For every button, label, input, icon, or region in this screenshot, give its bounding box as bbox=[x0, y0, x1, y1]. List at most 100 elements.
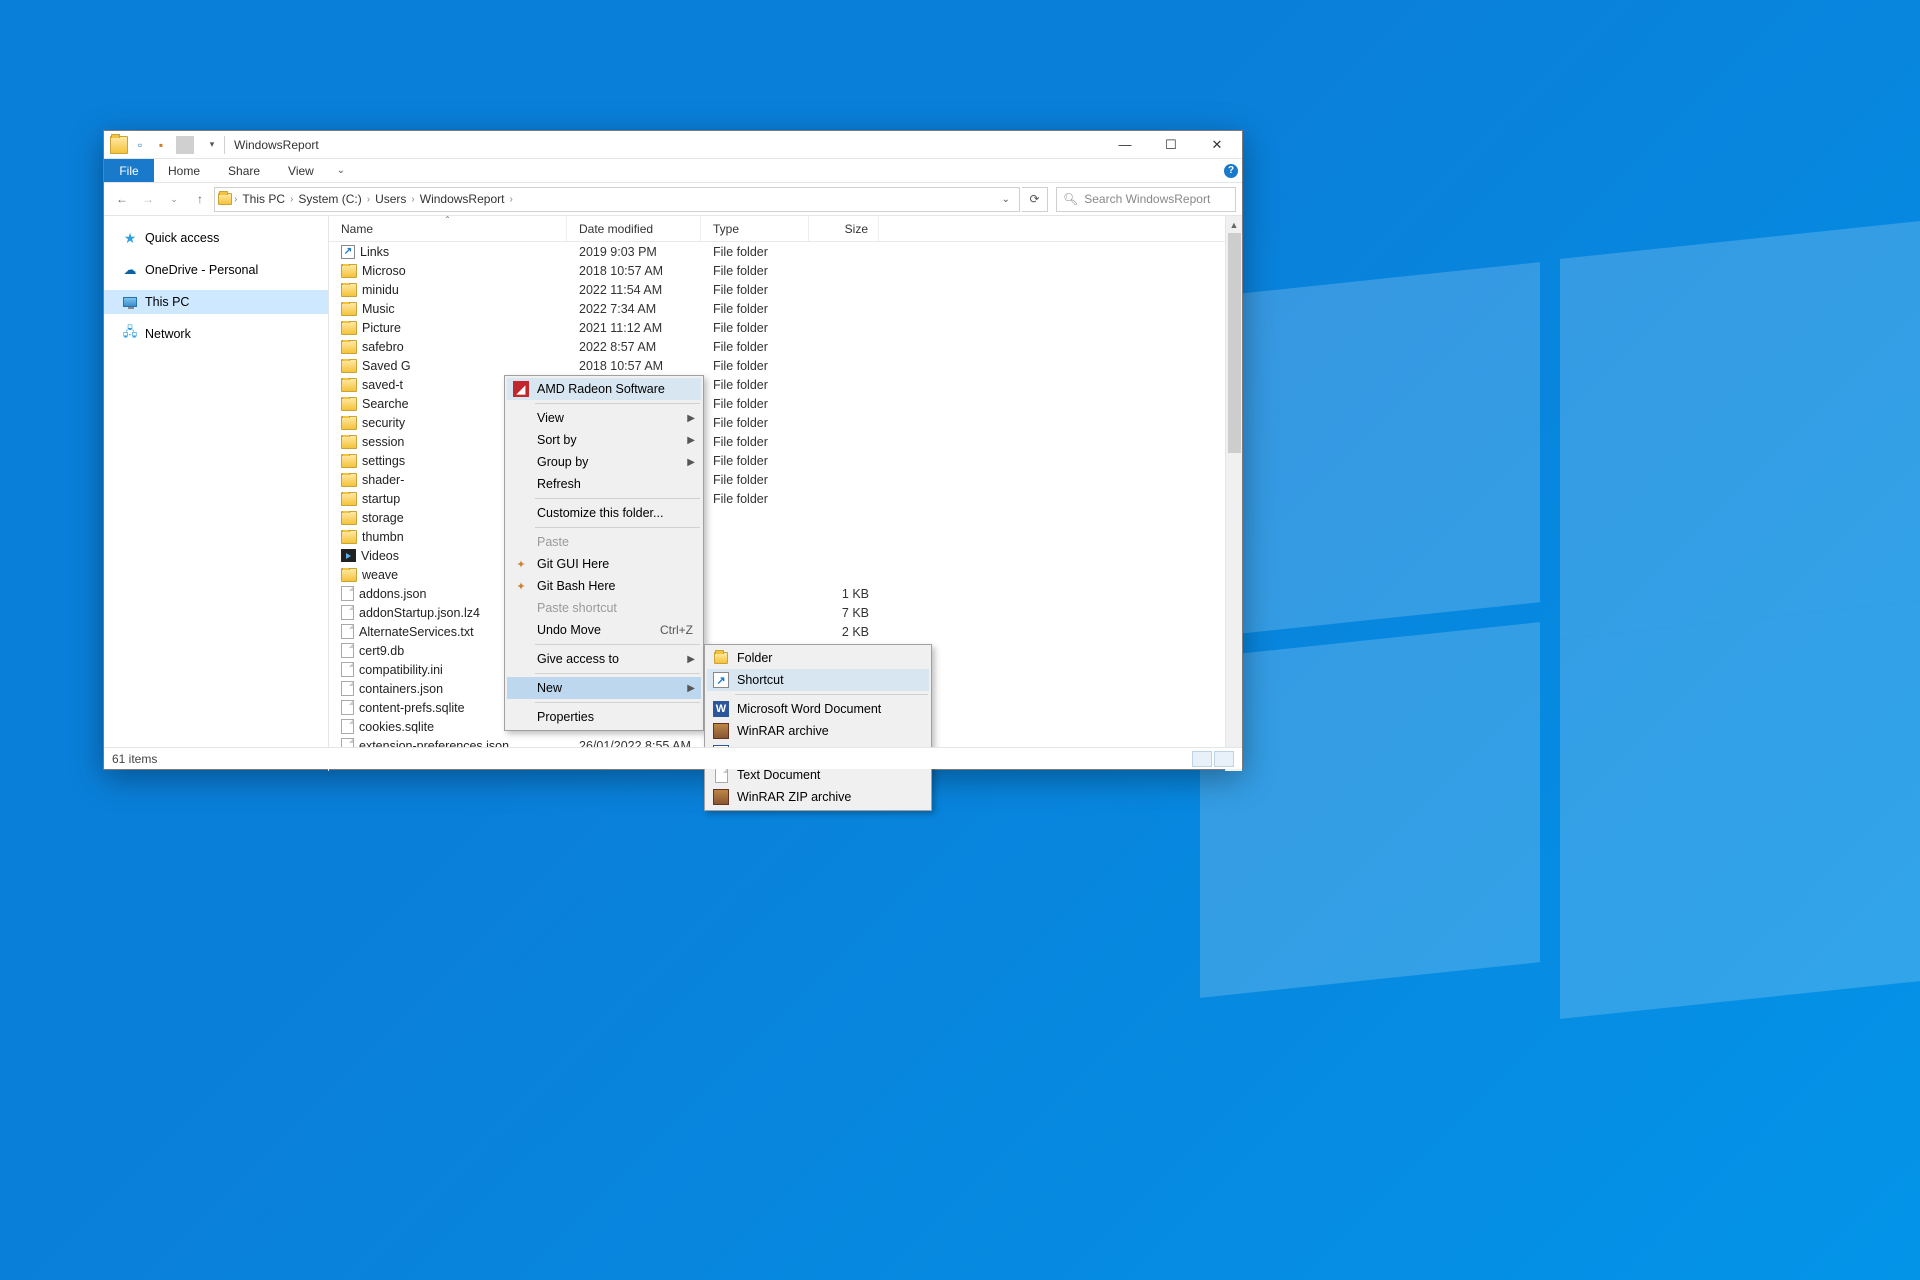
file-row[interactable]: weave26/01 bbox=[329, 565, 1242, 584]
recent-dropdown-icon[interactable]: ⌄ bbox=[162, 187, 186, 211]
tab-home[interactable]: Home bbox=[154, 159, 214, 182]
title-bar[interactable]: ▫ ▪ ▾ WindowsReport — ☐ ✕ bbox=[104, 131, 1242, 159]
ctx-group[interactable]: Group by▶ bbox=[507, 451, 701, 473]
addr-dropdown-icon[interactable]: ⌄ bbox=[996, 194, 1016, 205]
col-name[interactable]: ⌃Name bbox=[329, 216, 567, 241]
file-row[interactable]: thumbn bbox=[329, 527, 1242, 546]
maximize-button[interactable]: ☐ bbox=[1148, 131, 1194, 159]
nav-onedrive[interactable]: ☁OneDrive - Personal bbox=[104, 258, 328, 282]
qat-props-icon[interactable]: ▪ bbox=[152, 136, 170, 154]
view-icons-button[interactable] bbox=[1214, 751, 1234, 767]
crumb-users[interactable]: Users bbox=[372, 192, 409, 206]
help-button[interactable]: ? bbox=[1220, 159, 1242, 182]
file-row[interactable]: shader-2022 8:55 AMFile folder bbox=[329, 470, 1242, 489]
file-row[interactable]: addonStartup.json.lz413/017 KB bbox=[329, 603, 1242, 622]
forward-button[interactable]: → bbox=[136, 187, 160, 211]
scroll-up-icon[interactable]: ▲ bbox=[1226, 216, 1242, 233]
up-button[interactable]: ↑ bbox=[188, 187, 212, 211]
file-row[interactable]: ↗Links2019 9:03 PMFile folder bbox=[329, 242, 1242, 261]
folder-icon bbox=[341, 397, 357, 411]
nav-network[interactable]: 🖧Network bbox=[104, 322, 328, 346]
file-type: File folder bbox=[701, 245, 809, 259]
new-rar[interactable]: WinRAR archive bbox=[707, 720, 929, 742]
file-icon bbox=[341, 719, 354, 734]
qat-dropdown-icon[interactable]: ▾ bbox=[203, 136, 221, 154]
ctx-customize[interactable]: Customize this folder... bbox=[507, 502, 701, 524]
file-name: cookies.sqlite bbox=[359, 720, 434, 734]
ctx-git-bash[interactable]: ✦Git Bash Here bbox=[507, 575, 701, 597]
nav-quick-access[interactable]: ★Quick access bbox=[104, 226, 328, 250]
file-row[interactable]: Microso2018 10:57 AMFile folder bbox=[329, 261, 1242, 280]
file-row[interactable]: AlternateServices.txt26/012 KB bbox=[329, 622, 1242, 641]
nav-this-pc[interactable]: This PC bbox=[104, 290, 328, 314]
scrollbar[interactable]: ▲ ▼ bbox=[1225, 216, 1242, 771]
ctx-amd[interactable]: ◢AMD Radeon Software bbox=[507, 378, 701, 400]
ctx-properties[interactable]: Properties bbox=[507, 706, 701, 728]
file-row[interactable]: security2022 11:54 AMFile folder bbox=[329, 413, 1242, 432]
address-bar[interactable]: › This PC› System (C:)› Users› WindowsRe… bbox=[214, 187, 1020, 212]
folder-icon bbox=[341, 321, 357, 335]
file-row[interactable]: storage bbox=[329, 508, 1242, 527]
back-button[interactable]: ← bbox=[110, 187, 134, 211]
ctx-new[interactable]: New▶ bbox=[507, 677, 701, 699]
close-button[interactable]: ✕ bbox=[1194, 131, 1240, 159]
file-row[interactable]: Picture2021 11:12 AMFile folder bbox=[329, 318, 1242, 337]
file-name: Videos bbox=[361, 549, 399, 563]
col-size[interactable]: Size bbox=[809, 216, 879, 241]
new-folder[interactable]: Folder bbox=[707, 647, 929, 669]
crumb-thispc[interactable]: This PC bbox=[239, 192, 288, 206]
file-name: content-prefs.sqlite bbox=[359, 701, 465, 715]
file-name: security bbox=[362, 416, 405, 430]
tab-file[interactable]: File bbox=[104, 159, 154, 182]
ctx-sort[interactable]: Sort by▶ bbox=[507, 429, 701, 451]
new-zip[interactable]: WinRAR ZIP archive bbox=[707, 786, 929, 808]
file-row[interactable]: Searche2021 11:11 AMFile folder bbox=[329, 394, 1242, 413]
minimize-button[interactable]: — bbox=[1102, 131, 1148, 159]
file-name: Saved G bbox=[362, 359, 411, 373]
qat-save-icon[interactable]: ▫ bbox=[131, 136, 149, 154]
file-name: Searche bbox=[362, 397, 409, 411]
file-size: 2 KB bbox=[809, 625, 879, 639]
file-name: AlternateServices.txt bbox=[359, 625, 474, 639]
file-name: weave bbox=[362, 568, 398, 582]
file-icon bbox=[341, 624, 354, 639]
file-date: 2022 7:34 AM bbox=[567, 302, 701, 316]
ctx-view[interactable]: View▶ bbox=[507, 407, 701, 429]
ctx-git-gui[interactable]: ✦Git GUI Here bbox=[507, 553, 701, 575]
tab-share[interactable]: Share bbox=[214, 159, 274, 182]
ctx-undo[interactable]: Undo MoveCtrl+Z bbox=[507, 619, 701, 641]
file-row[interactable]: saved-t2022 8:57 AMFile folder bbox=[329, 375, 1242, 394]
folder-icon bbox=[341, 473, 357, 487]
folder-icon bbox=[341, 264, 357, 278]
text-icon bbox=[713, 767, 729, 783]
scroll-thumb[interactable] bbox=[1228, 233, 1241, 453]
crumb-windowsreport[interactable]: WindowsReport bbox=[417, 192, 508, 206]
file-row[interactable]: Music2022 7:34 AMFile folder bbox=[329, 299, 1242, 318]
ctx-paste: Paste bbox=[507, 531, 701, 553]
file-row[interactable]: safebro2022 8:57 AMFile folder bbox=[329, 337, 1242, 356]
file-row[interactable]: settings2022 11:54 AMFile folder bbox=[329, 451, 1242, 470]
ctx-refresh[interactable]: Refresh bbox=[507, 473, 701, 495]
tab-view[interactable]: View bbox=[274, 159, 328, 182]
ctx-give-access[interactable]: Give access to▶ bbox=[507, 648, 701, 670]
file-row[interactable]: session2022 8:57 AMFile folder bbox=[329, 432, 1242, 451]
col-type[interactable]: Type bbox=[701, 216, 809, 241]
file-row[interactable]: addons.json13/011 KB bbox=[329, 584, 1242, 603]
new-word[interactable]: WMicrosoft Word Document bbox=[707, 698, 929, 720]
new-shortcut[interactable]: ↗Shortcut bbox=[707, 669, 929, 691]
file-size: 1 KB bbox=[809, 587, 879, 601]
file-row[interactable]: Videos bbox=[329, 546, 1242, 565]
file-row[interactable]: minidu2022 11:54 AMFile folder bbox=[329, 280, 1242, 299]
folder-icon bbox=[341, 378, 357, 392]
file-row[interactable]: startup2022 8:57 AMFile folder bbox=[329, 489, 1242, 508]
crumb-system[interactable]: System (C:) bbox=[295, 192, 364, 206]
col-date[interactable]: Date modified bbox=[567, 216, 701, 241]
ctx-paste-shortcut: Paste shortcut bbox=[507, 597, 701, 619]
submenu-icon: ▶ bbox=[687, 413, 695, 424]
view-details-button[interactable] bbox=[1192, 751, 1212, 767]
file-row[interactable]: Saved G2018 10:57 AMFile folder bbox=[329, 356, 1242, 375]
search-input[interactable]: 🔍︎ Search WindowsReport bbox=[1056, 187, 1236, 212]
ribbon-expand-icon[interactable]: ⌄ bbox=[328, 159, 354, 182]
refresh-button[interactable]: ⟳ bbox=[1022, 187, 1048, 212]
search-icon: 🔍︎ bbox=[1063, 192, 1078, 206]
